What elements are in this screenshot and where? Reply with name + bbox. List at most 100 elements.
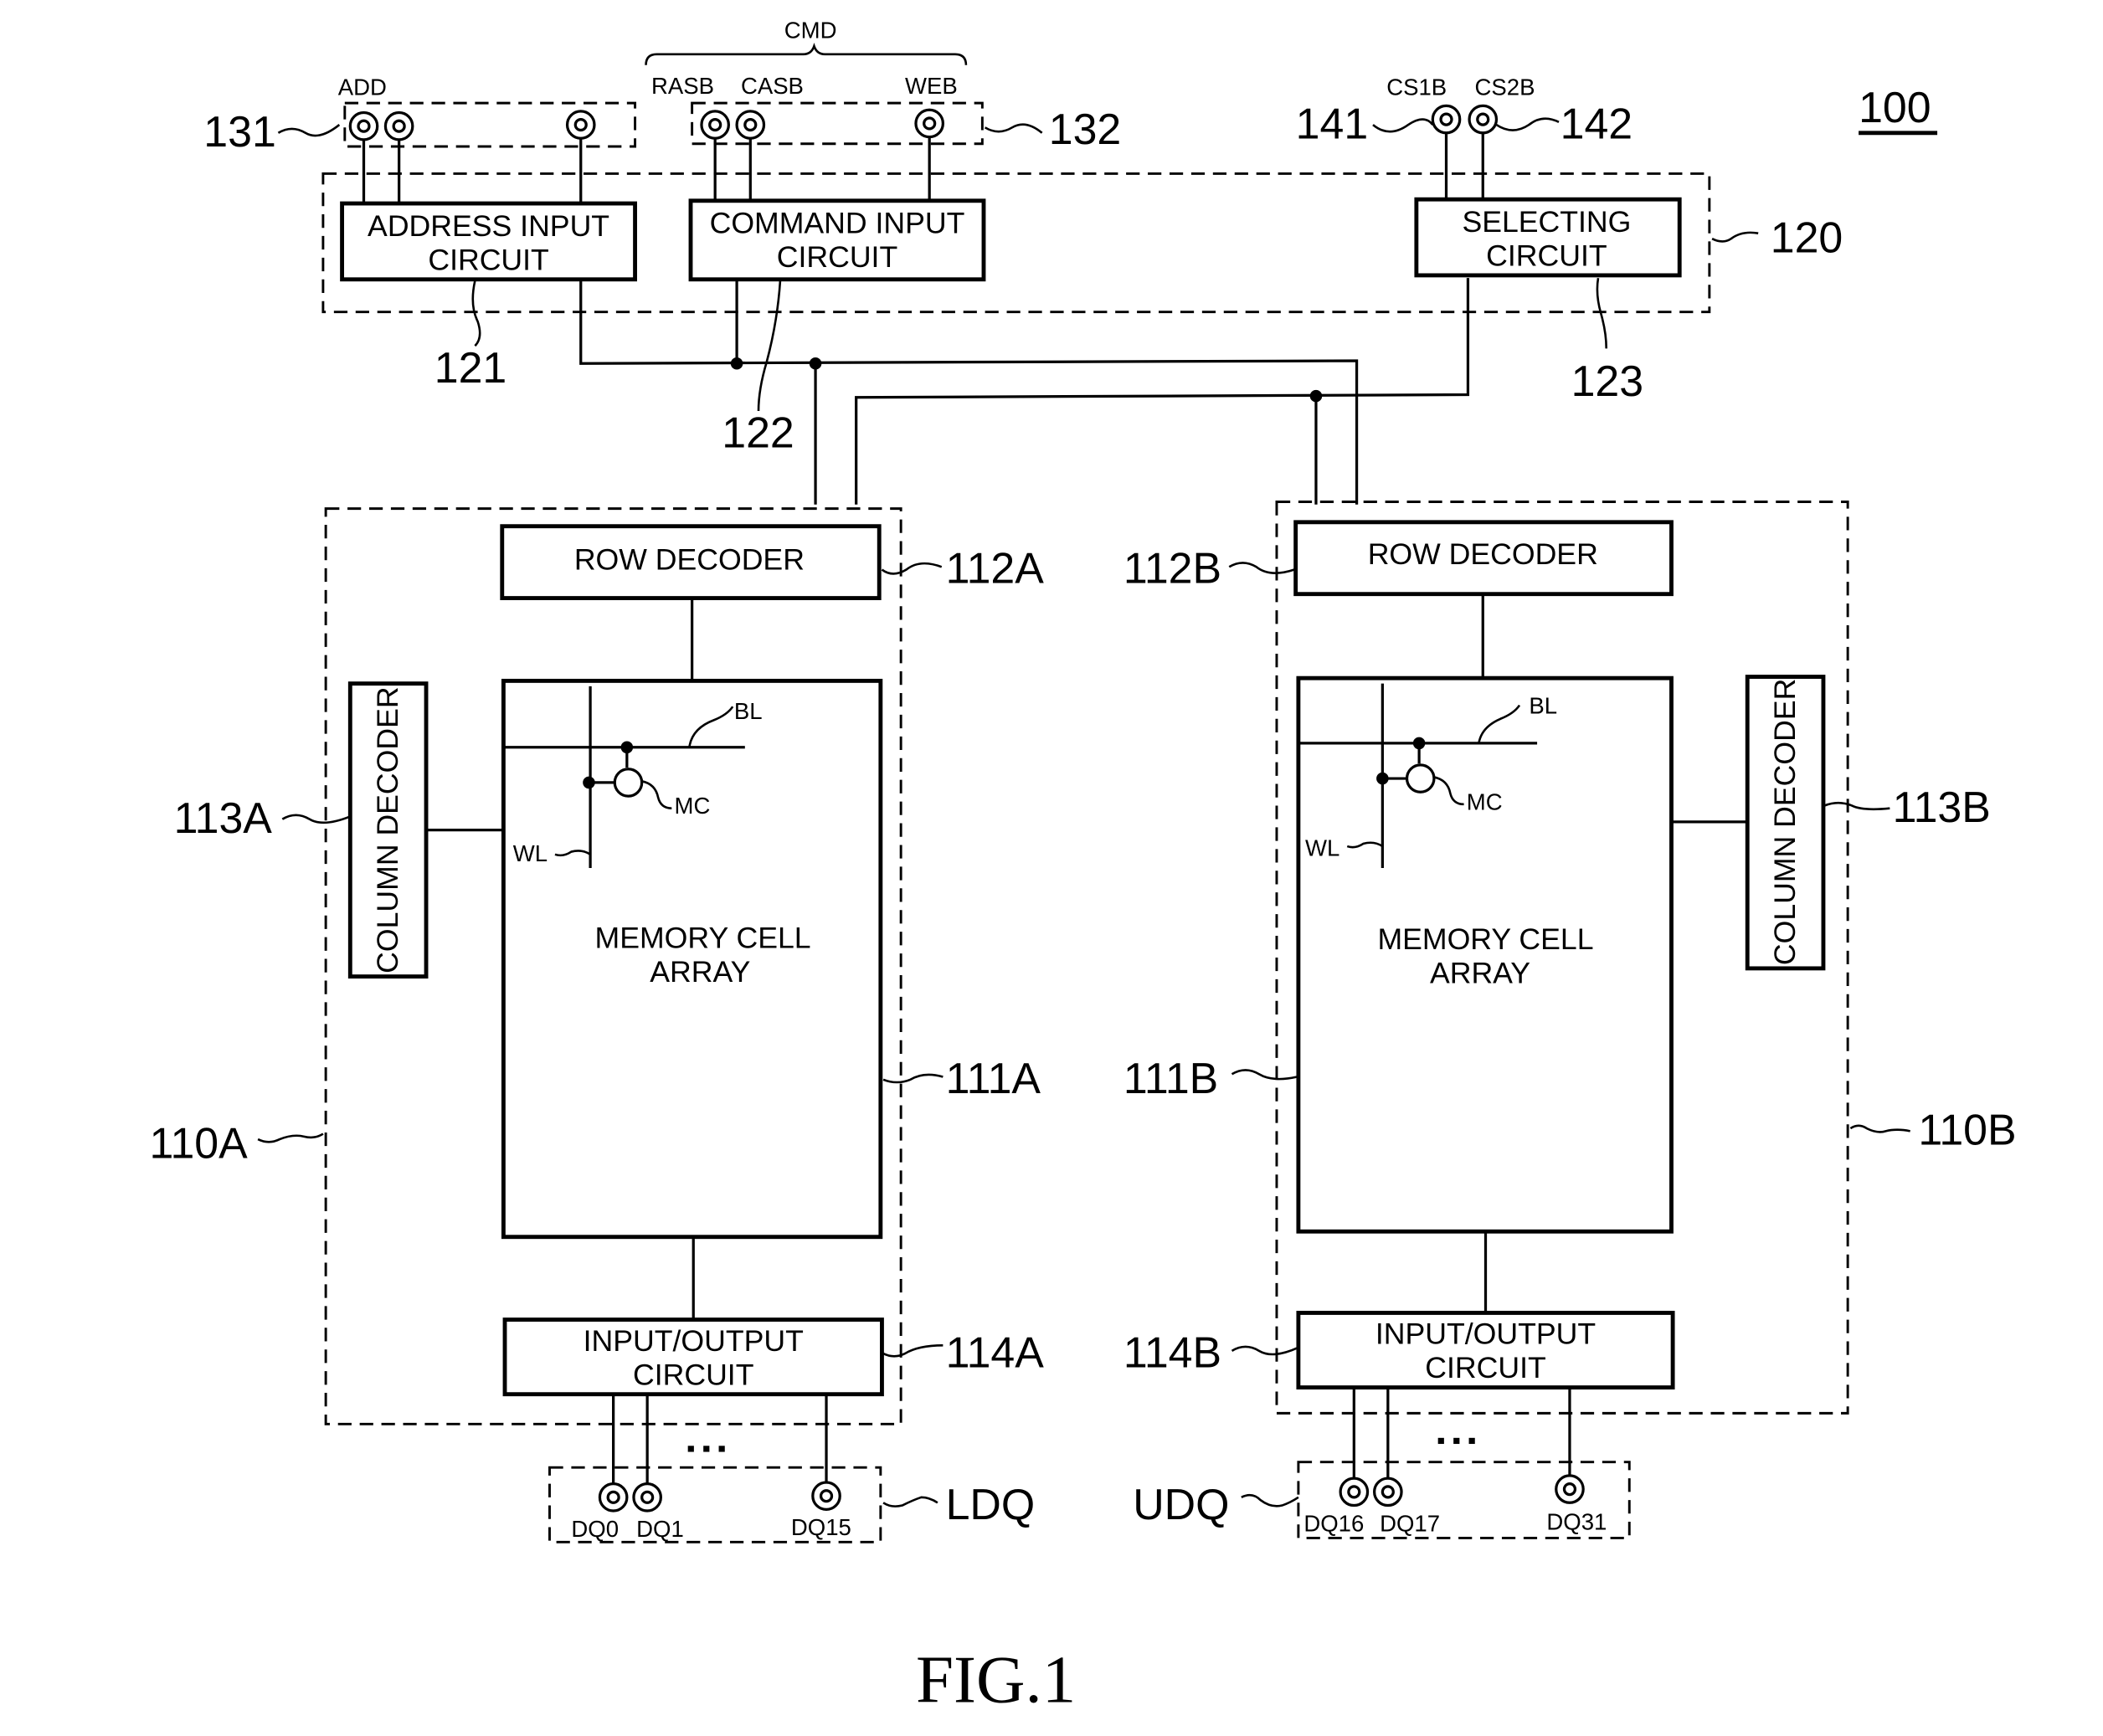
cs1b-label: CS1B <box>1386 74 1447 100</box>
memory-cell-array-111b: BL MC WL MEMORY CELL ARRAY <box>1296 675 1674 1234</box>
ref-113b: 113B <box>1893 783 1991 831</box>
cmd-bus-label: CMD <box>784 17 837 43</box>
address-input-circuit: ADDRESS INPUT CIRCUIT <box>340 201 637 282</box>
ref-131: 131 <box>203 107 276 156</box>
svg-text:ARRAY: ARRAY <box>1430 957 1530 990</box>
ref-udq-leader <box>1241 1493 1299 1507</box>
ref-142-leader <box>1495 117 1560 131</box>
svg-text:BL: BL <box>734 698 763 724</box>
ref-114a-leader <box>882 1344 944 1358</box>
ref-113a: 113A <box>174 794 273 842</box>
svg-text:COLUMN DECODER: COLUMN DECODER <box>1768 679 1802 965</box>
figure-caption: FIG.1 <box>916 1641 1076 1717</box>
dq16-label: DQ16 <box>1303 1510 1364 1536</box>
svg-text:CIRCUIT: CIRCUIT <box>428 243 548 276</box>
ref-123-leader <box>1596 277 1608 349</box>
ref-ldq: LDQ <box>946 1480 1036 1528</box>
svg-text:MEMORY CELL: MEMORY CELL <box>1377 922 1593 956</box>
junction-dot <box>809 357 822 370</box>
ref-142: 142 <box>1561 99 1633 147</box>
ref-141: 141 <box>1296 99 1369 147</box>
ref-114a: 114A <box>946 1328 1045 1376</box>
io-circuit-114b: INPUT/OUTPUT CIRCUIT <box>1296 1311 1675 1390</box>
ref-110b: 110B <box>1918 1106 2016 1154</box>
cs2b-label: CS2B <box>1475 74 1535 100</box>
ref-112b: 112B <box>1123 544 1221 593</box>
svg-text:ROW DECODER: ROW DECODER <box>574 543 805 577</box>
svg-text:MEMORY CELL: MEMORY CELL <box>595 922 811 955</box>
column-decoder-113a: COLUMN DECODER <box>347 681 429 979</box>
address-pads <box>348 110 596 141</box>
figure-reference: 100 <box>1859 83 1931 131</box>
add-label: ADD <box>338 74 387 100</box>
web-label: WEB <box>905 73 958 99</box>
ref-110b-leader <box>1849 1124 1910 1133</box>
column-decoder-113b: COLUMN DECODER <box>1745 675 1826 971</box>
svg-text:CIRCUIT: CIRCUIT <box>633 1358 753 1391</box>
ref-113a-leader <box>281 814 351 824</box>
svg-text:CIRCUIT: CIRCUIT <box>777 240 897 274</box>
memory-cell-icon <box>1405 763 1436 794</box>
junction-dot <box>730 357 743 370</box>
cmd-brace <box>645 42 968 65</box>
casb-label: CASB <box>741 73 804 99</box>
svg-text:MC: MC <box>675 793 711 819</box>
command-pads <box>700 108 944 140</box>
row-decoder-112a: ROW DECODER <box>500 524 882 600</box>
ldq-ellipsis: ▪ ▪ ▪ <box>686 1436 726 1462</box>
svg-text:INPUT/OUTPUT: INPUT/OUTPUT <box>1375 1317 1596 1351</box>
ref-113b-leader <box>1824 801 1890 811</box>
ref-123: 123 <box>1571 357 1644 405</box>
svg-text:ADDRESS INPUT: ADDRESS INPUT <box>368 209 609 243</box>
udq-pads <box>1339 1474 1585 1507</box>
ref-112b-leader <box>1228 562 1295 574</box>
dq31-label: DQ31 <box>1546 1509 1607 1535</box>
dq15-label: DQ15 <box>791 1514 851 1540</box>
ref-114b-leader <box>1231 1345 1298 1356</box>
ref-122: 122 <box>722 408 794 457</box>
dq0-label: DQ0 <box>571 1516 619 1542</box>
svg-text:COLUMN DECODER: COLUMN DECODER <box>371 686 404 973</box>
ref-131-leader <box>277 124 341 137</box>
row-decoder-112b: ROW DECODER <box>1293 520 1674 597</box>
ref-111b-leader <box>1231 1069 1298 1081</box>
svg-text:ROW DECODER: ROW DECODER <box>1368 537 1598 571</box>
selecting-circuit: SELECTING CIRCUIT <box>1414 197 1682 278</box>
rasb-label: RASB <box>651 73 714 99</box>
memory-cell-array-111a: BL MC WL MEMORY CELL ARRAY <box>501 678 883 1240</box>
udq-ellipsis: ▪ ▪ ▪ <box>1437 1427 1476 1454</box>
ref-112a-leader <box>881 562 943 575</box>
svg-text:COMMAND INPUT: COMMAND INPUT <box>710 207 965 240</box>
ref-141-leader <box>1372 118 1434 133</box>
svg-text:CIRCUIT: CIRCUIT <box>1486 239 1607 273</box>
ref-114b: 114B <box>1123 1328 1221 1376</box>
ref-132-leader <box>984 123 1043 134</box>
memory-device-diagram: 100 ADD 131 CMD RASB CASB WEB 132 CS1B C… <box>149 17 2016 1717</box>
svg-text:SELECTING: SELECTING <box>1462 205 1631 239</box>
ref-ldq-leader <box>882 1496 938 1507</box>
svg-text:WL: WL <box>1305 835 1339 860</box>
memory-cell-icon <box>613 768 644 798</box>
ref-111a-leader <box>882 1073 944 1084</box>
ref-122-leader <box>757 280 782 411</box>
dq1-label: DQ1 <box>636 1516 684 1542</box>
ref-udq: UDQ <box>1133 1480 1229 1528</box>
ref-120: 120 <box>1771 213 1843 261</box>
ref-121-leader <box>471 280 481 347</box>
junction-dot <box>1309 389 1323 403</box>
ref-120-leader <box>1711 231 1759 243</box>
command-input-circuit: COMMAND INPUT CIRCUIT <box>688 198 986 282</box>
ref-112a: 112A <box>946 544 1045 593</box>
ref-110a: 110A <box>149 1119 248 1168</box>
ref-132: 132 <box>1049 105 1122 153</box>
ref-110a-leader <box>257 1133 324 1143</box>
svg-text:WL: WL <box>513 840 548 866</box>
svg-text:MC: MC <box>1467 788 1503 814</box>
dq17-label: DQ17 <box>1380 1510 1440 1536</box>
io-circuit-114a: INPUT/OUTPUT CIRCUIT <box>502 1317 884 1397</box>
svg-text:CIRCUIT: CIRCUIT <box>1425 1351 1545 1384</box>
svg-text:ARRAY: ARRAY <box>650 955 750 989</box>
svg-text:BL: BL <box>1529 692 1557 718</box>
ref-121: 121 <box>434 343 507 392</box>
svg-text:INPUT/OUTPUT: INPUT/OUTPUT <box>584 1324 804 1358</box>
